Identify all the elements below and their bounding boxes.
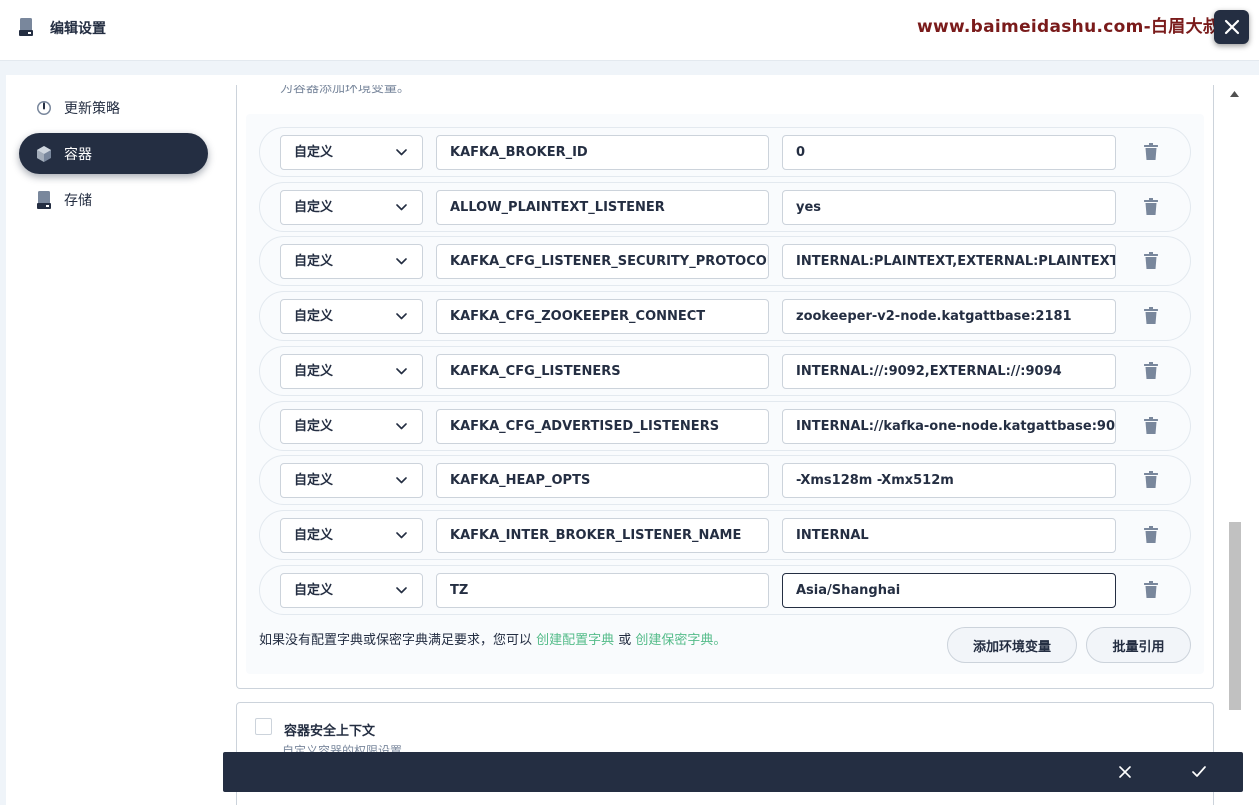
sidebar-item-label: 存储 xyxy=(64,192,92,209)
env-var-row: 自定义 KAFKA_BROKER_ID 0 xyxy=(259,127,1191,177)
dialog-header: 编辑设置 www.baimeidashu.com-白眉大叔 xyxy=(0,0,1259,61)
cancel-button[interactable] xyxy=(1117,764,1133,780)
scroll-up-arrow-icon[interactable] xyxy=(1230,91,1239,97)
trash-icon[interactable] xyxy=(1144,471,1158,488)
trash-icon[interactable] xyxy=(1144,417,1158,434)
env-key-input[interactable]: KAFKA_CFG_ADVERTISED_LISTENERS xyxy=(436,409,769,444)
env-value-input[interactable]: INTERNAL:PLAINTEXT,EXTERNAL:PLAINTEXT xyxy=(782,244,1116,279)
env-value-input[interactable]: INTERNAL xyxy=(782,518,1116,553)
env-value-input[interactable]: 0 xyxy=(782,135,1116,170)
env-type-select[interactable]: 自定义 xyxy=(280,518,423,553)
env-var-row: 自定义 KAFKA_CFG_ZOOKEEPER_CONNECT zookeeper-… xyxy=(259,291,1191,341)
env-type-value: 自定义 xyxy=(294,200,334,215)
env-type-value: 自定义 xyxy=(294,145,334,160)
env-type-select[interactable]: 自定义 xyxy=(280,244,423,279)
env-type-select[interactable]: 自定义 xyxy=(280,573,423,608)
env-type-select[interactable]: 自定义 xyxy=(280,409,423,444)
env-type-value: 自定义 xyxy=(294,364,334,379)
env-var-row: 自定义 KAFKA_CFG_LISTENERS INTERNAL://:9092,… xyxy=(259,346,1191,396)
sidebar-item-storage[interactable]: 存储 xyxy=(19,179,208,220)
dialog-footer xyxy=(223,752,1243,792)
env-type-select[interactable]: 自定义 xyxy=(280,463,423,498)
env-var-row: 自定义 KAFKA_CFG_LISTENER_SECURITY_PROTOCOL_… xyxy=(259,236,1191,286)
env-type-select[interactable]: 自定义 xyxy=(280,354,423,389)
env-description: 为容器添加环境变量。 xyxy=(280,85,411,96)
sidebar-item-container[interactable]: 容器 xyxy=(19,133,208,174)
env-var-row: 自定义 KAFKA_CFG_ADVERTISED_LISTENERS INTERNA… xyxy=(259,401,1191,451)
trash-icon[interactable] xyxy=(1144,198,1158,215)
container-icon xyxy=(35,145,53,163)
chevron-down-icon xyxy=(396,477,407,484)
confirm-button[interactable] xyxy=(1191,764,1207,780)
env-var-row: 自定义 ALLOW_PLAINTEXT_LISTENER yes xyxy=(259,182,1191,232)
env-key-input[interactable]: KAFKA_INTER_BROKER_LISTENER_NAME xyxy=(436,518,769,553)
create-secret-link[interactable]: 创建保密字典。 xyxy=(635,633,726,648)
env-vars-card: 为容器添加环境变量。 如果没有配置字典或保密字典满足要求，您可以 创建配置字典 … xyxy=(236,85,1214,689)
content-area: 为容器添加环境变量。 如果没有配置字典或保密字典满足要求，您可以 创建配置字典 … xyxy=(222,85,1230,805)
trash-icon[interactable] xyxy=(1144,143,1158,160)
env-value-input[interactable]: zookeeper-v2-node.katgattbase:2181 xyxy=(782,299,1116,334)
edit-settings-icon xyxy=(19,18,33,36)
sidebar-item-update-strategy[interactable]: 更新策略 xyxy=(19,87,208,128)
env-type-select[interactable]: 自定义 xyxy=(280,135,423,170)
env-value-input[interactable]: yes xyxy=(782,190,1116,225)
trash-icon[interactable] xyxy=(1144,526,1158,543)
chevron-down-icon xyxy=(396,587,407,594)
chevron-down-icon xyxy=(396,368,407,375)
env-var-row: 自定义 TZ Asia/Shanghai xyxy=(259,565,1191,615)
storage-icon xyxy=(35,190,53,209)
env-value-input[interactable]: INTERNAL://kafka-one-node.katgattbase:90… xyxy=(782,409,1116,444)
chevron-down-icon xyxy=(396,532,407,539)
chevron-down-icon xyxy=(396,313,407,320)
env-key-input[interactable]: KAFKA_BROKER_ID xyxy=(436,135,769,170)
env-value-input[interactable]: INTERNAL://:9092,EXTERNAL://:9094 xyxy=(782,354,1116,389)
env-type-value: 自定义 xyxy=(294,583,334,598)
trash-icon[interactable] xyxy=(1144,581,1158,598)
env-type-value: 自定义 xyxy=(294,528,334,543)
close-icon xyxy=(1119,766,1131,778)
close-icon xyxy=(1224,19,1239,35)
chevron-down-icon xyxy=(396,258,407,265)
env-key-input[interactable]: KAFKA_CFG_ZOOKEEPER_CONNECT xyxy=(436,299,769,334)
check-icon xyxy=(1192,766,1206,777)
chevron-down-icon xyxy=(396,149,407,156)
env-key-input[interactable]: KAFKA_CFG_LISTENER_SECURITY_PROTOCOL_ xyxy=(436,244,769,279)
add-env-var-button[interactable]: 添加环境变量 xyxy=(947,627,1077,663)
env-hint: 如果没有配置字典或保密字典满足要求，您可以 创建配置字典 或 创建保密字典。 xyxy=(259,633,727,648)
chevron-down-icon xyxy=(396,423,407,430)
scrollbar-thumb[interactable] xyxy=(1229,522,1241,710)
batch-reference-button[interactable]: 批量引用 xyxy=(1086,627,1191,663)
env-key-input[interactable]: KAFKA_HEAP_OPTS xyxy=(436,463,769,498)
env-key-input[interactable]: TZ xyxy=(436,573,769,608)
env-value-input[interactable]: -Xms128m -Xmx512m xyxy=(782,463,1116,498)
sidebar-item-label: 容器 xyxy=(64,146,92,163)
env-key-input[interactable]: KAFKA_CFG_LISTENERS xyxy=(436,354,769,389)
env-type-value: 自定义 xyxy=(294,309,334,324)
create-configmap-link[interactable]: 创建配置字典 xyxy=(536,633,614,648)
trash-icon[interactable] xyxy=(1144,362,1158,379)
env-type-value: 自定义 xyxy=(294,473,334,488)
env-key-input[interactable]: ALLOW_PLAINTEXT_LISTENER xyxy=(436,190,769,225)
security-context-title: 容器安全上下文 xyxy=(284,724,376,739)
env-var-row: 自定义 KAFKA_INTER_BROKER_LISTENER_NAME INTER… xyxy=(259,510,1191,560)
env-vars-box: 如果没有配置字典或保密字典满足要求，您可以 创建配置字典 或 创建保密字典。 添… xyxy=(246,114,1204,674)
env-type-select[interactable]: 自定义 xyxy=(280,299,423,334)
close-dialog-button[interactable] xyxy=(1214,10,1249,44)
watermark-text: www.baimeidashu.com-白眉大叔 xyxy=(917,17,1221,37)
trash-icon[interactable] xyxy=(1144,307,1158,324)
env-type-select[interactable]: 自定义 xyxy=(280,190,423,225)
env-type-value: 自定义 xyxy=(294,254,334,269)
sidebar-item-label: 更新策略 xyxy=(64,100,120,117)
trash-icon[interactable] xyxy=(1144,252,1158,269)
env-value-input[interactable]: Asia/Shanghai xyxy=(782,573,1116,608)
chevron-down-icon xyxy=(396,204,407,211)
dialog-title: 编辑设置 xyxy=(50,21,106,37)
security-context-checkbox[interactable] xyxy=(255,718,272,735)
env-type-value: 自定义 xyxy=(294,419,334,434)
settings-panel: 更新策略 容器 存储 为容器添加环境变量。 如果没有配置字典或保密字典满足要求，… xyxy=(6,75,1259,805)
env-var-row: 自定义 KAFKA_HEAP_OPTS -Xms128m -Xmx512m xyxy=(259,455,1191,505)
update-strategy-icon xyxy=(35,99,53,117)
